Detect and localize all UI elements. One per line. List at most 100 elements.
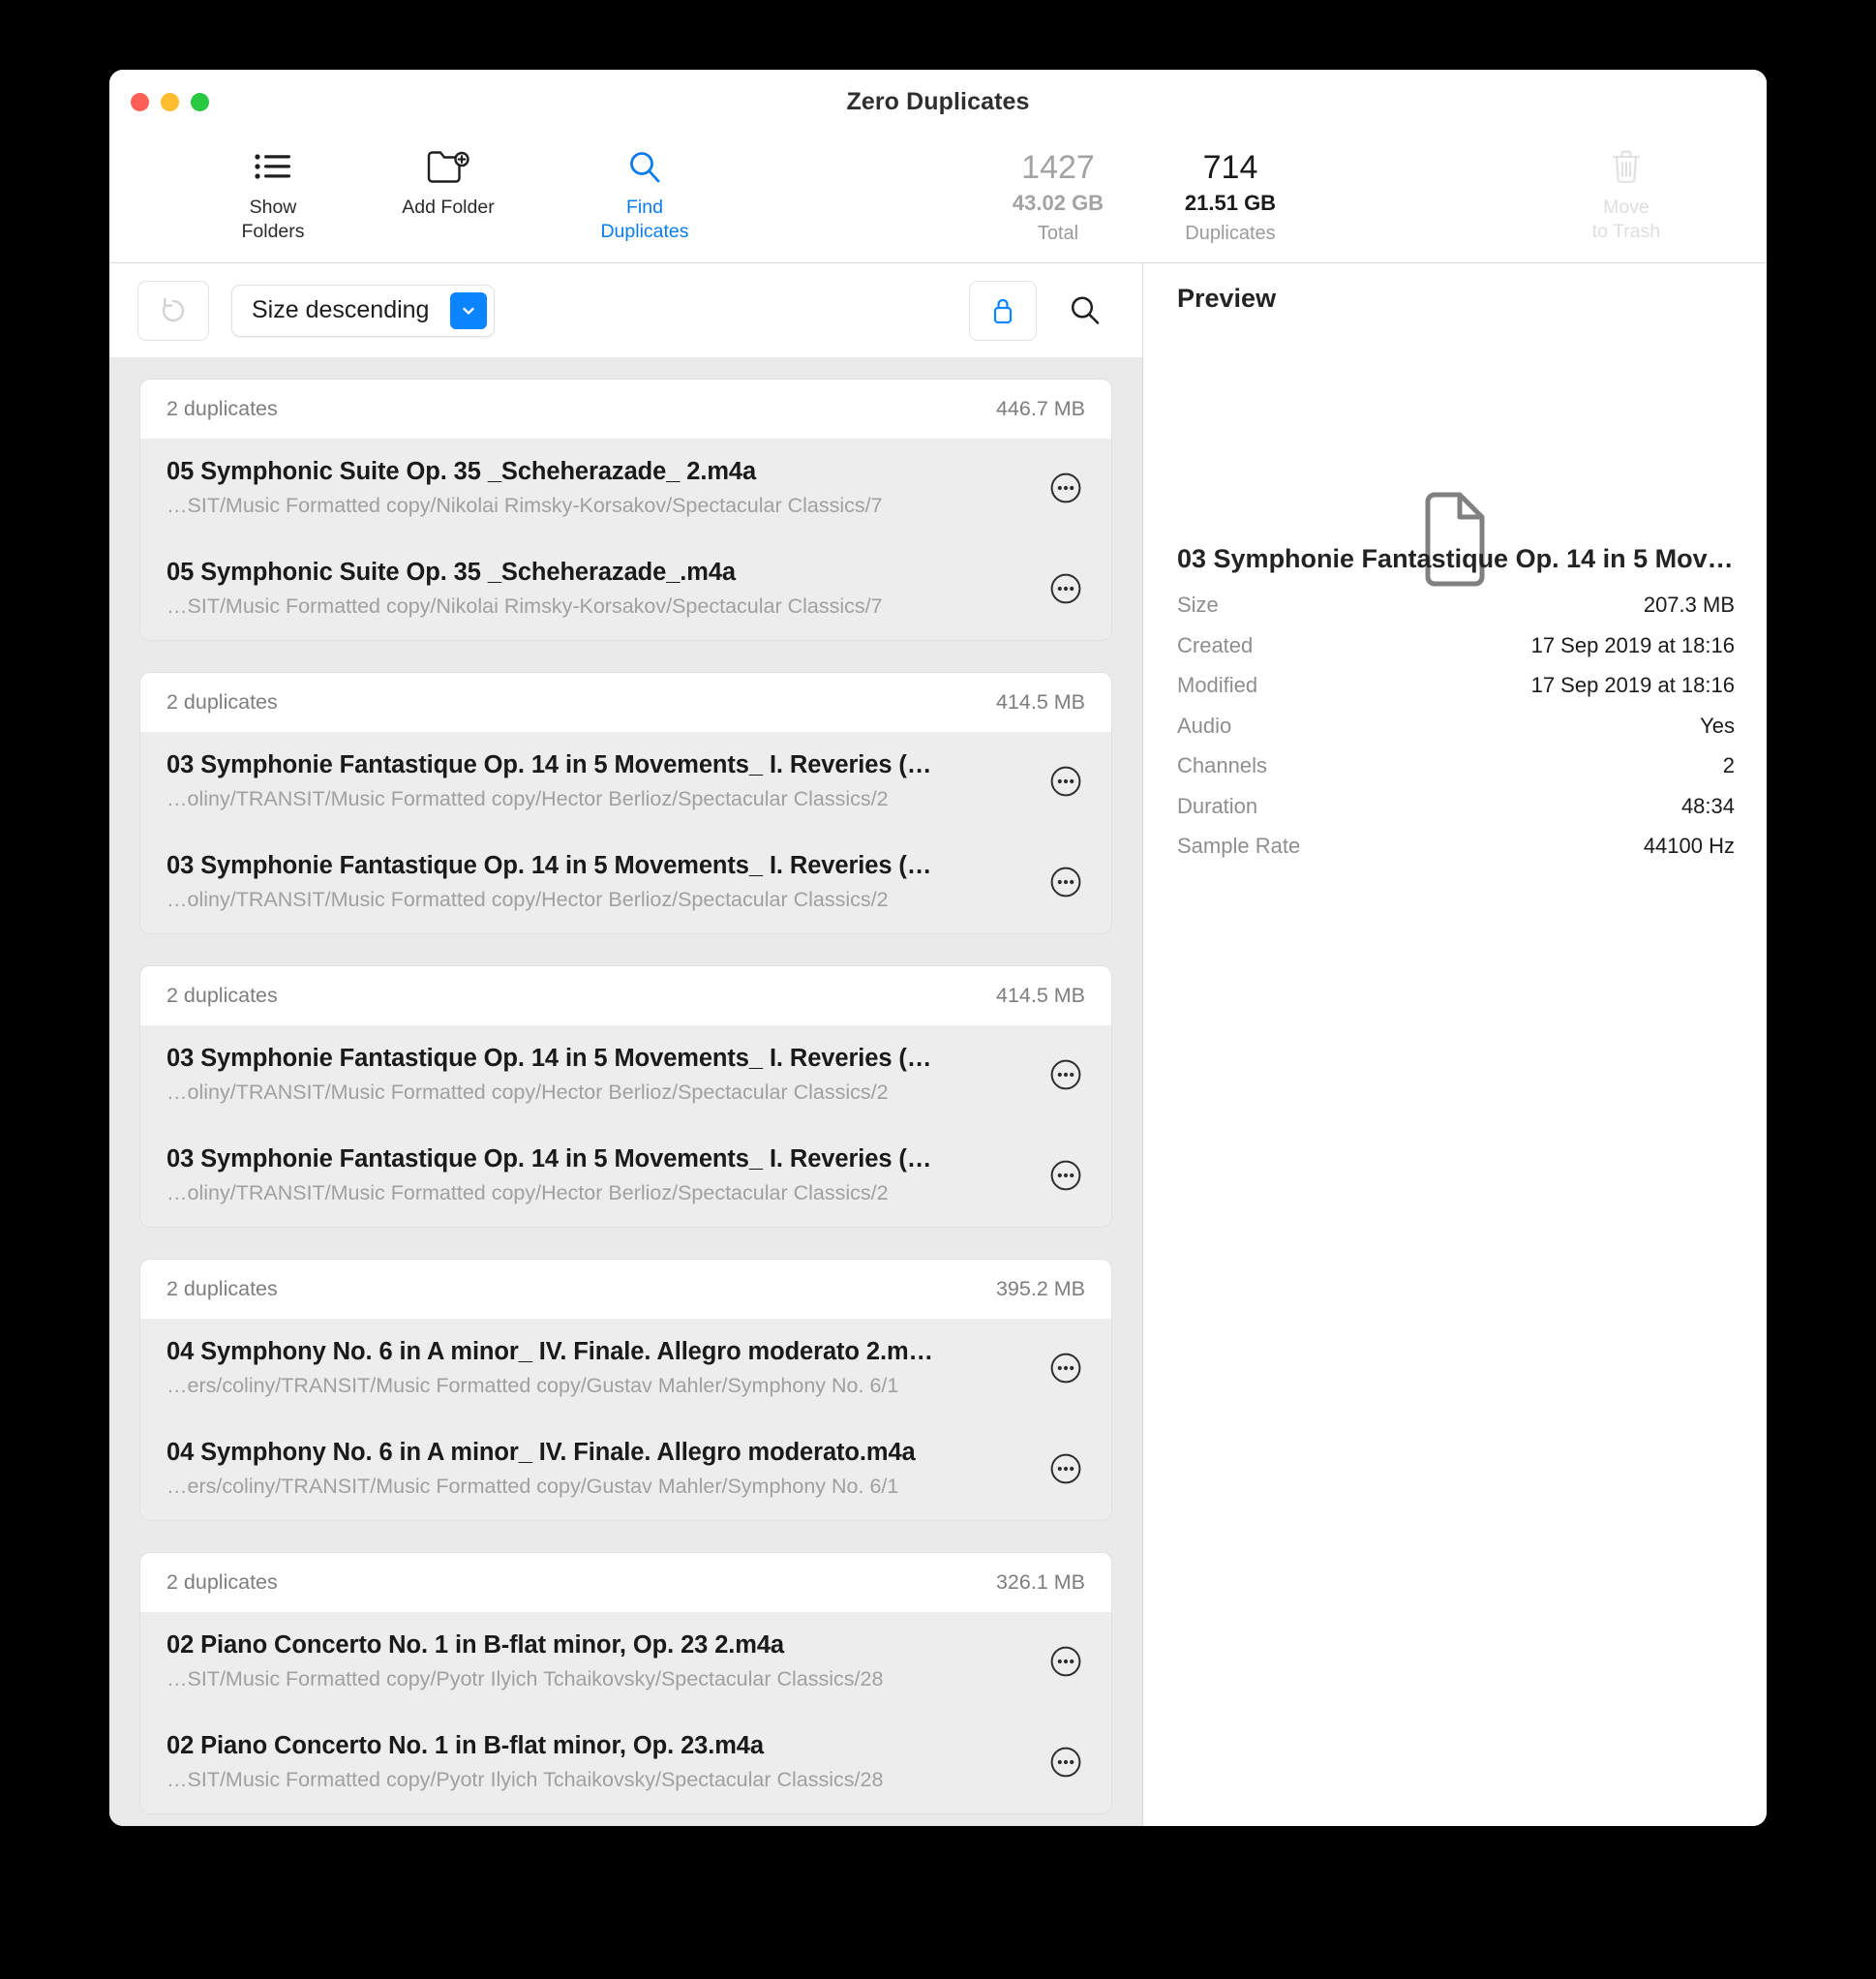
search-button[interactable] xyxy=(1060,286,1110,336)
duplicate-file-row[interactable]: 04 Symphony No. 6 in A minor_ IV. Finale… xyxy=(140,1319,1111,1419)
stat-duplicates-label: Duplicates xyxy=(1185,223,1276,244)
duplicate-group-header: 2 duplicates 414.5 MB xyxy=(140,673,1111,732)
lock-toggle-button[interactable] xyxy=(969,280,1037,341)
preview-metadata-key: Sample Rate xyxy=(1177,834,1301,858)
stat-total: 1427 43.02 GB Total xyxy=(995,147,1121,248)
duplicate-file-row[interactable]: 03 Symphonie Fantastique Op. 14 in 5 Mov… xyxy=(140,1025,1111,1126)
ellipsis-circle-icon xyxy=(1050,573,1081,604)
file-path: …oliny/TRANSIT/Music Formatted copy/Hect… xyxy=(166,1181,889,1204)
duplicate-file-row[interactable]: 02 Piano Concerto No. 1 in B-flat minor,… xyxy=(140,1612,1111,1713)
preview-file-title: 03 Symphonie Fantastique Op. 14 in 5 Mov… xyxy=(1177,544,1734,573)
file-path: …SIT/Music Formatted copy/Pyotr Ilyich T… xyxy=(166,1768,884,1791)
more-options-button[interactable] xyxy=(1046,863,1085,901)
file-name: 04 Symphony No. 6 in A minor_ IV. Finale… xyxy=(166,1439,916,1466)
more-options-button[interactable] xyxy=(1046,469,1085,507)
search-icon xyxy=(626,139,663,196)
file-path: …ers/coliny/TRANSIT/Music Formatted copy… xyxy=(166,1374,899,1397)
duplicate-groups-list[interactable]: 2 duplicates 446.7 MB 05 Symphonic Suite O… xyxy=(109,357,1142,1826)
title-bar: Zero Duplicates xyxy=(109,70,1767,139)
ellipsis-circle-icon xyxy=(1050,1453,1081,1484)
more-options-button[interactable] xyxy=(1046,762,1085,801)
stat-total-count: 1427 xyxy=(1021,149,1095,186)
move-to-trash-button[interactable]: Move to Trash xyxy=(1554,139,1699,244)
more-options-button[interactable] xyxy=(1046,1642,1085,1681)
duplicate-group-size: 446.7 MB xyxy=(995,397,1085,420)
preview-metadata-key: Modified xyxy=(1177,673,1258,697)
file-name: 03 Symphonie Fantastique Op. 14 in 5 Mov… xyxy=(166,751,932,778)
ellipsis-circle-icon xyxy=(1050,1059,1081,1090)
stat-duplicates-size: 21.51 GB xyxy=(1184,191,1277,215)
duplicate-group-size: 414.5 MB xyxy=(995,984,1085,1007)
more-options-button[interactable] xyxy=(1046,1349,1085,1387)
window-title: Zero Duplicates xyxy=(846,88,1030,115)
find-duplicates-label: Find Duplicates xyxy=(600,197,689,242)
duplicate-file-row[interactable]: 03 Symphonie Fantastique Op. 14 in 5 Mov… xyxy=(140,732,1111,833)
show-folders-label: Show Folders xyxy=(241,197,305,242)
ellipsis-circle-icon xyxy=(1050,766,1081,797)
duplicate-file-row[interactable]: 03 Symphonie Fantastique Op. 14 in 5 Mov… xyxy=(140,833,1111,933)
undo-arrow-icon xyxy=(162,296,185,321)
preview-metadata-value: 44100 Hz xyxy=(1643,834,1735,858)
file-path: …oliny/TRANSIT/Music Formatted copy/Hect… xyxy=(166,787,889,810)
preview-header: Preview xyxy=(1177,284,1277,313)
duplicate-group-size: 326.1 MB xyxy=(995,1570,1085,1594)
toolbar: Show Folders Add Folder Find Duplicates … xyxy=(109,139,1767,263)
duplicate-count-label: 2 duplicates xyxy=(166,1570,278,1594)
duplicate-count-label: 2 duplicates xyxy=(166,397,278,420)
ellipsis-circle-icon xyxy=(1050,1353,1081,1384)
preview-metadata-row: Modified 17 Sep 2019 at 18:16 xyxy=(1177,673,1735,714)
ellipsis-circle-icon xyxy=(1050,1747,1081,1778)
stat-total-label: Total xyxy=(1037,223,1079,244)
preview-metadata-value: 17 Sep 2019 at 18:16 xyxy=(1530,673,1735,697)
folder-add-icon xyxy=(426,139,470,196)
sort-dropdown-value: Size descending xyxy=(252,296,430,323)
more-options-button[interactable] xyxy=(1046,1055,1085,1094)
ellipsis-circle-icon xyxy=(1050,867,1081,898)
file-path: …oliny/TRANSIT/Music Formatted copy/Hect… xyxy=(166,888,889,911)
find-duplicates-button[interactable]: Find Duplicates xyxy=(572,139,717,244)
file-name: 05 Symphonic Suite Op. 35 _Scheherazade_… xyxy=(166,458,757,485)
ellipsis-circle-icon xyxy=(1050,472,1081,503)
file-text-block: 03 Symphonie Fantastique Op. 14 in 5 Mov… xyxy=(166,849,1046,915)
file-name: 03 Symphonie Fantastique Op. 14 in 5 Mov… xyxy=(166,1145,932,1172)
reset-button[interactable] xyxy=(137,280,209,341)
duplicate-file-row[interactable]: 02 Piano Concerto No. 1 in B-flat minor,… xyxy=(140,1713,1111,1813)
duplicate-group-header: 2 duplicates 326.1 MB xyxy=(140,1553,1111,1612)
file-text-block: 05 Symphonic Suite Op. 35 _Scheherazade_… xyxy=(166,455,1046,521)
duplicate-file-row[interactable]: 05 Symphonic Suite Op. 35 _Scheherazade_… xyxy=(140,539,1111,640)
preview-metadata-row: Duration 48:34 xyxy=(1177,794,1735,835)
preview-metadata-value: 2 xyxy=(1722,753,1735,777)
duplicate-group-header: 2 duplicates 414.5 MB xyxy=(140,966,1111,1025)
more-options-button[interactable] xyxy=(1046,1743,1085,1781)
preview-metadata-row: Sample Rate 44100 Hz xyxy=(1177,834,1735,874)
duplicate-group: 2 duplicates 414.5 MB 03 Symphonie Fantast… xyxy=(139,672,1112,934)
file-text-block: 03 Symphonie Fantastique Op. 14 in 5 Mov… xyxy=(166,1042,1046,1108)
more-options-button[interactable] xyxy=(1046,569,1085,608)
file-text-block: 02 Piano Concerto No. 1 in B-flat minor,… xyxy=(166,1629,1046,1694)
add-folder-button[interactable]: Add Folder xyxy=(361,139,535,220)
file-path: …SIT/Music Formatted copy/Nikolai Rimsky… xyxy=(166,494,883,517)
duplicate-count-label: 2 duplicates xyxy=(166,1277,278,1300)
duplicate-file-row[interactable]: 05 Symphonic Suite Op. 35 _Scheherazade_… xyxy=(140,439,1111,539)
preview-metadata-value: 207.3 MB xyxy=(1643,593,1735,617)
sort-dropdown[interactable]: Size descending xyxy=(231,284,496,337)
ellipsis-circle-icon xyxy=(1050,1160,1081,1191)
preview-metadata-row: Size 207.3 MB xyxy=(1177,593,1735,633)
show-folders-button[interactable]: Show Folders xyxy=(210,139,336,244)
preview-metadata: Size 207.3 MB Created 17 Sep 2019 at 18:16 M… xyxy=(1177,593,1735,874)
file-name: 05 Symphonic Suite Op. 35 _Scheherazade_… xyxy=(166,559,737,586)
duplicate-count-label: 2 duplicates xyxy=(166,984,278,1007)
file-path: …SIT/Music Formatted copy/Pyotr Ilyich T… xyxy=(166,1667,884,1690)
duplicate-group: 2 duplicates 414.5 MB 03 Symphonie Fantast… xyxy=(139,965,1112,1228)
preview-metadata-key: Channels xyxy=(1177,753,1267,777)
more-options-button[interactable] xyxy=(1046,1156,1085,1195)
more-options-button[interactable] xyxy=(1046,1449,1085,1488)
file-name: 04 Symphony No. 6 in A minor_ IV. Finale… xyxy=(166,1338,933,1365)
preview-metadata-key: Size xyxy=(1177,593,1219,617)
file-text-block: 04 Symphony No. 6 in A minor_ IV. Finale… xyxy=(166,1436,1046,1502)
file-name: 02 Piano Concerto No. 1 in B-flat minor,… xyxy=(166,1732,764,1759)
duplicate-file-row[interactable]: 03 Symphonie Fantastique Op. 14 in 5 Mov… xyxy=(140,1126,1111,1227)
file-name: 02 Piano Concerto No. 1 in B-flat minor,… xyxy=(166,1631,785,1659)
duplicate-file-row[interactable]: 04 Symphony No. 6 in A minor_ IV. Finale… xyxy=(140,1419,1111,1520)
file-name: 03 Symphonie Fantastique Op. 14 in 5 Mov… xyxy=(166,1045,932,1072)
